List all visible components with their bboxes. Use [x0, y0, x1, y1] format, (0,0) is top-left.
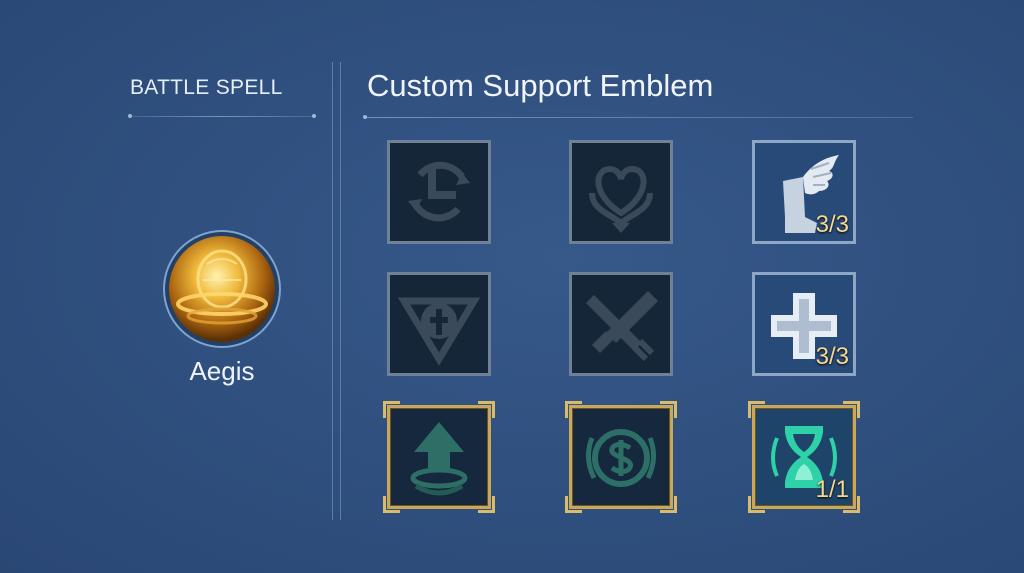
- talent-slot-3[interactable]: 3/3: [752, 140, 856, 244]
- talent-slot-5[interactable]: [569, 272, 673, 376]
- crossed-swords-icon: [586, 291, 658, 362]
- spell-name-label: Aegis: [189, 356, 255, 386]
- emblem-heading: Custom Support Emblem: [367, 68, 714, 103]
- talent-slot-6[interactable]: 3/3: [752, 272, 856, 376]
- talent-slot-4[interactable]: [387, 272, 491, 376]
- emblem-divider: [363, 115, 913, 119]
- gold-coin-icon: [586, 429, 656, 487]
- talent-count: 3/3: [815, 343, 849, 370]
- cooldown-cycle-icon: [408, 161, 470, 222]
- section-divider: [332, 62, 333, 520]
- battle-spell-divider: [128, 114, 316, 118]
- shield-cross-icon: [397, 297, 481, 366]
- talent-slot-2[interactable]: [569, 140, 673, 244]
- talent-slot-1[interactable]: [387, 140, 491, 244]
- talent-slot-7[interactable]: [383, 401, 495, 513]
- section-divider-inner: [340, 62, 341, 520]
- talent-slot-9[interactable]: 1/1: [748, 401, 860, 513]
- heart-emblem-icon: [589, 165, 653, 233]
- aegis-shield-orb-icon[interactable]: [163, 230, 281, 348]
- talent-count: 1/1: [815, 476, 849, 503]
- emblem-setup-screen: BATTLE SPELL Aegis Custom Support Emblem: [0, 0, 1024, 573]
- talent-count: 3/3: [815, 211, 849, 238]
- talent-slot-8[interactable]: [565, 401, 677, 513]
- arrow-up-swirl-icon: [410, 422, 468, 496]
- battle-spell-heading: BATTLE SPELL: [130, 76, 283, 99]
